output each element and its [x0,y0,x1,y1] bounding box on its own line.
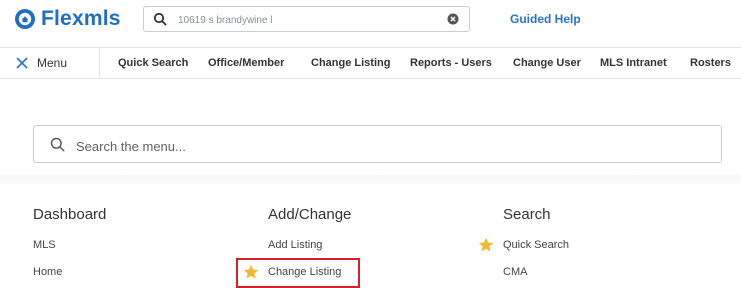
menu-search-input[interactable] [74,135,678,157]
menu-close-button[interactable]: Menu [0,48,100,78]
heading-add-change: Add/Change [268,206,352,223]
nav-item-change-user[interactable]: Change User [513,57,581,69]
menu-label: Menu [37,56,68,70]
flexmls-logo-icon [15,9,35,29]
clear-icon[interactable] [447,13,459,25]
menu-link-home[interactable]: Home [33,266,62,278]
heading-search: Search [503,206,551,223]
top-bar: Flexmls Guided Help [0,0,741,42]
nav-item-rosters[interactable]: Rosters [690,57,731,69]
nav-item-quick-search[interactable]: Quick Search [118,57,188,69]
highlight-box [236,258,360,288]
nav-item-office-member[interactable]: Office/Member [208,57,284,69]
menu-link-add-listing[interactable]: Add Listing [268,239,322,251]
flexmls-logo[interactable]: Flexmls [14,7,121,31]
nav-item-change-listing[interactable]: Change Listing [311,57,390,69]
nav-item-mls-intranet[interactable]: MLS Intranet [600,57,667,69]
menu-link-mls[interactable]: MLS [33,239,56,251]
nav-item-reports-users[interactable]: Reports - Users [410,57,492,69]
search-icon [50,137,65,152]
divider [0,175,741,187]
global-search-box[interactable] [143,6,470,32]
logo-text: Flexmls [41,7,121,30]
close-icon [16,57,28,69]
global-search-input[interactable] [176,10,430,30]
menu-link-cma[interactable]: CMA [503,266,527,278]
guided-help-link[interactable]: Guided Help [510,12,581,26]
nav-bar: Menu Quick Search Office/Member Change L… [0,47,741,79]
heading-dashboard: Dashboard [33,206,107,223]
menu-link-quick-search[interactable]: Quick Search [503,239,569,251]
menu-search-box[interactable] [33,125,722,163]
star-icon[interactable] [478,237,494,253]
search-icon [153,12,167,26]
